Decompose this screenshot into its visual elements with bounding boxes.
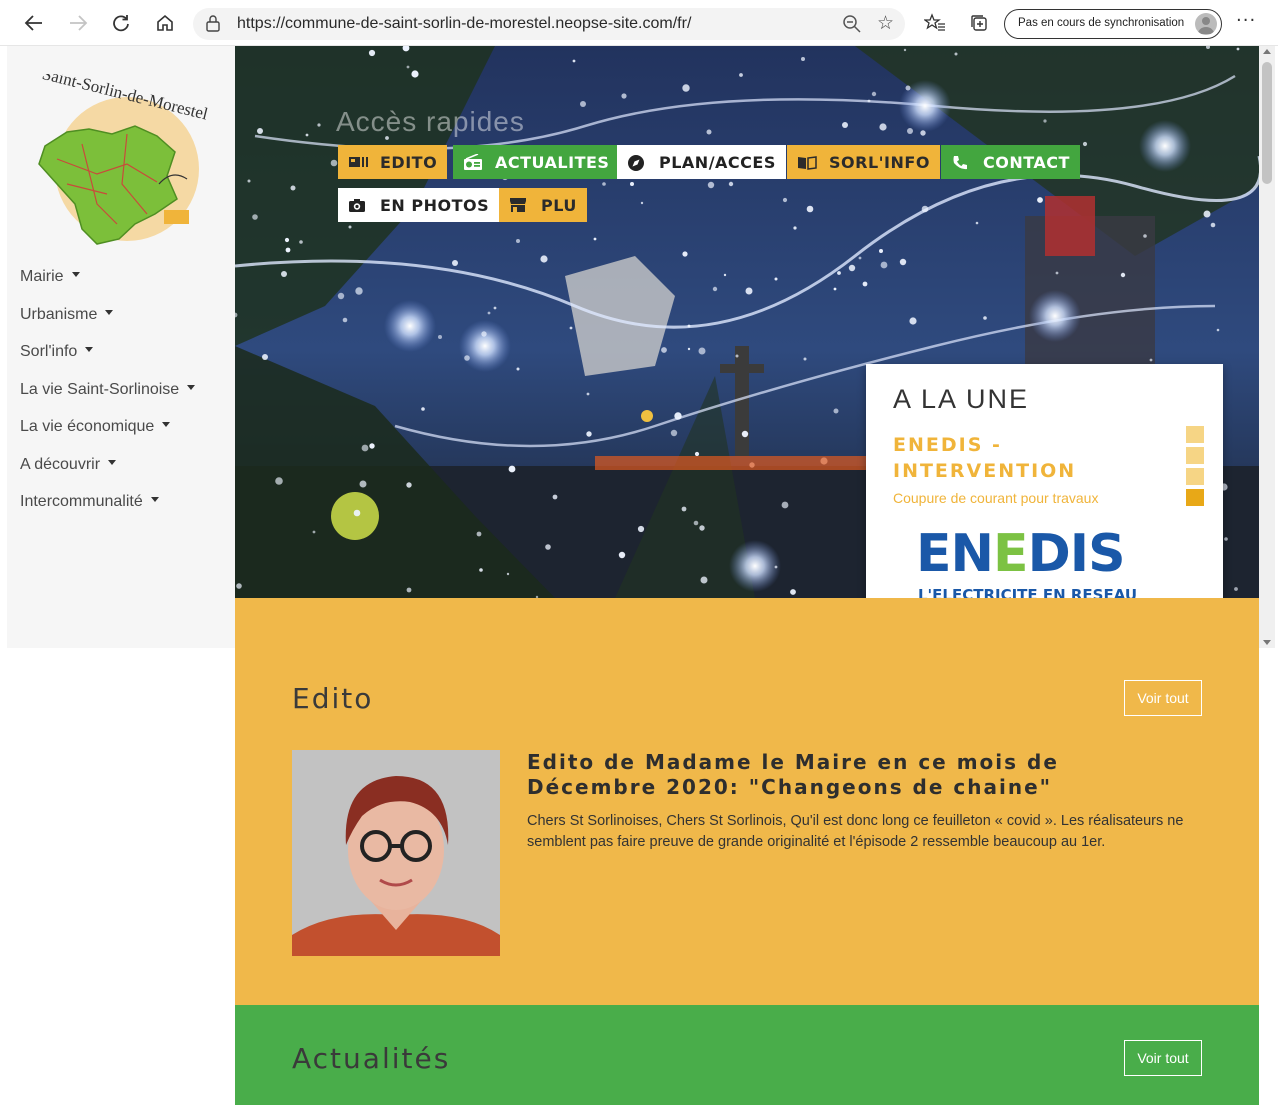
menu-item-label: A découvrir [20, 455, 101, 473]
edito-article-title[interactable]: Edito de Madame le Maire en ce mois de D… [527, 750, 1187, 800]
a-la-une-subtitle: Coupure de courant pour travaux [893, 490, 1099, 506]
mayor-photo[interactable] [292, 750, 500, 956]
slider-dot[interactable] [1186, 489, 1204, 506]
edito-article-excerpt: Chers St Sorlinoises, Chers St Sorlinois… [527, 813, 1184, 850]
quick-link-label: ACTUALITES [495, 152, 610, 172]
quick-link-edito[interactable]: EDITO [338, 145, 448, 179]
actualites-section-title: Actualités [292, 1042, 451, 1075]
quick-link-label: CONTACT [983, 152, 1070, 172]
hero-faint-title: Accès rapides [336, 106, 525, 137]
slider-dot[interactable] [1186, 447, 1204, 464]
menu-item-label: Sorl'info [20, 343, 78, 360]
caret-down-icon [105, 309, 114, 315]
menu-item-mairie[interactable]: Mairie [20, 268, 195, 306]
menu-item-a-decouvrir[interactable]: A découvrir [20, 456, 195, 494]
scroll-down-icon[interactable] [1263, 640, 1271, 645]
main-menu: Mairie Urbanisme Sorl'info La vie Saint-… [20, 268, 196, 531]
profile-icon [1195, 13, 1217, 35]
favorite-star-icon[interactable]: ☆ [877, 12, 894, 34]
menu-item-vie-economique[interactable]: La vie économique [20, 418, 195, 456]
more-icon[interactable]: ··· [1236, 10, 1256, 31]
enedis-logo-word: ENEDIS [916, 524, 1125, 584]
quick-link-label: PLU [541, 195, 577, 215]
scrollbar-thumb[interactable] [1262, 62, 1272, 184]
edito-voir-tout-button[interactable]: Voir tout [1124, 680, 1202, 716]
menu-item-label: La vie économique [20, 418, 155, 435]
quick-link-contact[interactable]: CONTACT [941, 145, 1080, 179]
address-bar[interactable]: https://commune-de-saint-sorlin-de-mores… [193, 8, 905, 40]
actualites-voir-tout-button[interactable]: Voir tout [1124, 1040, 1202, 1076]
back-icon[interactable] [20, 9, 48, 37]
a-la-une-title: A LA UNE [893, 384, 1030, 414]
quick-link-plan-acces[interactable]: PLAN/ACCES [617, 145, 786, 179]
sync-profile-button[interactable]: Pas en cours de synchronisation [1004, 9, 1222, 39]
menu-item-urbanisme[interactable]: Urbanisme [20, 306, 195, 344]
lock-icon [206, 15, 220, 32]
caret-down-icon [71, 272, 80, 278]
a-la-une-card[interactable]: A LA UNE ENEDIS - INTERVENTION Coupure d… [866, 364, 1223, 624]
quick-link-label: SORL'INFO [829, 152, 930, 172]
quick-link-plu[interactable]: PLU [499, 188, 587, 222]
sidebar: Saint-Sorlin-de-Morestel Mairie Urbanism… [7, 46, 235, 648]
phone-icon [951, 154, 969, 170]
slider-dot[interactable] [1186, 426, 1204, 443]
book-icon [797, 154, 817, 170]
caret-down-icon [162, 422, 171, 428]
edito-section-title: Edito [292, 682, 374, 715]
collections-icon[interactable] [968, 12, 990, 34]
page-scrollbar[interactable] [1259, 46, 1275, 648]
forward-icon[interactable] [64, 9, 92, 37]
zoom-icon[interactable] [841, 13, 863, 35]
quick-link-label: PLAN/ACCES [659, 152, 776, 172]
slider-pagination [1186, 426, 1204, 510]
newspaper-icon [348, 154, 368, 170]
enedis-logo: ENEDIS L'ELECTRICITE EN RESEAU [916, 524, 1137, 604]
compass-icon [627, 154, 645, 171]
caret-down-icon [187, 384, 196, 390]
site-logo[interactable]: Saint-Sorlin-de-Morestel [27, 74, 222, 254]
home-icon[interactable] [151, 9, 179, 37]
caret-down-icon [108, 459, 117, 465]
quick-link-sorlinfo[interactable]: SORL'INFO [787, 145, 940, 179]
menu-item-vie-saint-sorlinoise[interactable]: La vie Saint-Sorlinoise [20, 380, 196, 419]
quick-link-actualites[interactable]: ACTUALITES [453, 145, 620, 179]
menu-item-label: Urbanisme [20, 305, 98, 323]
menu-item-sorlinfo[interactable]: Sorl'info [20, 343, 195, 381]
menu-item-label: Mairie [20, 268, 64, 285]
slider-dot[interactable] [1186, 468, 1204, 485]
a-la-une-headline[interactable]: ENEDIS - INTERVENTION [893, 432, 1133, 484]
menu-item-intercommunalite[interactable]: Intercommunalité [20, 493, 195, 531]
refresh-icon[interactable] [107, 9, 135, 37]
edito-section: Edito Voir tout Edito de Madame le Maire… [235, 598, 1259, 1005]
radio-icon [463, 153, 482, 170]
caret-down-icon [85, 347, 94, 353]
sync-status-label: Pas en cours de synchronisation [1018, 17, 1185, 29]
browser-toolbar: https://commune-de-saint-sorlin-de-mores… [0, 0, 1278, 46]
actualites-section: Actualités Voir tout [235, 1005, 1259, 1105]
caret-down-icon [150, 497, 159, 503]
quick-link-label: EN PHOTOS [380, 195, 490, 215]
camera-icon [348, 197, 366, 213]
url-text[interactable]: https://commune-de-saint-sorlin-de-mores… [237, 15, 691, 33]
menu-item-label: La vie Saint-Sorlinoise [20, 380, 180, 398]
quick-link-en-photos[interactable]: EN PHOTOS [338, 188, 500, 222]
store-icon [509, 197, 527, 213]
quick-link-label: EDITO [380, 152, 438, 172]
favorites-list-icon[interactable] [924, 12, 946, 34]
scroll-up-icon[interactable] [1263, 49, 1271, 54]
menu-item-label: Intercommunalité [20, 493, 143, 510]
